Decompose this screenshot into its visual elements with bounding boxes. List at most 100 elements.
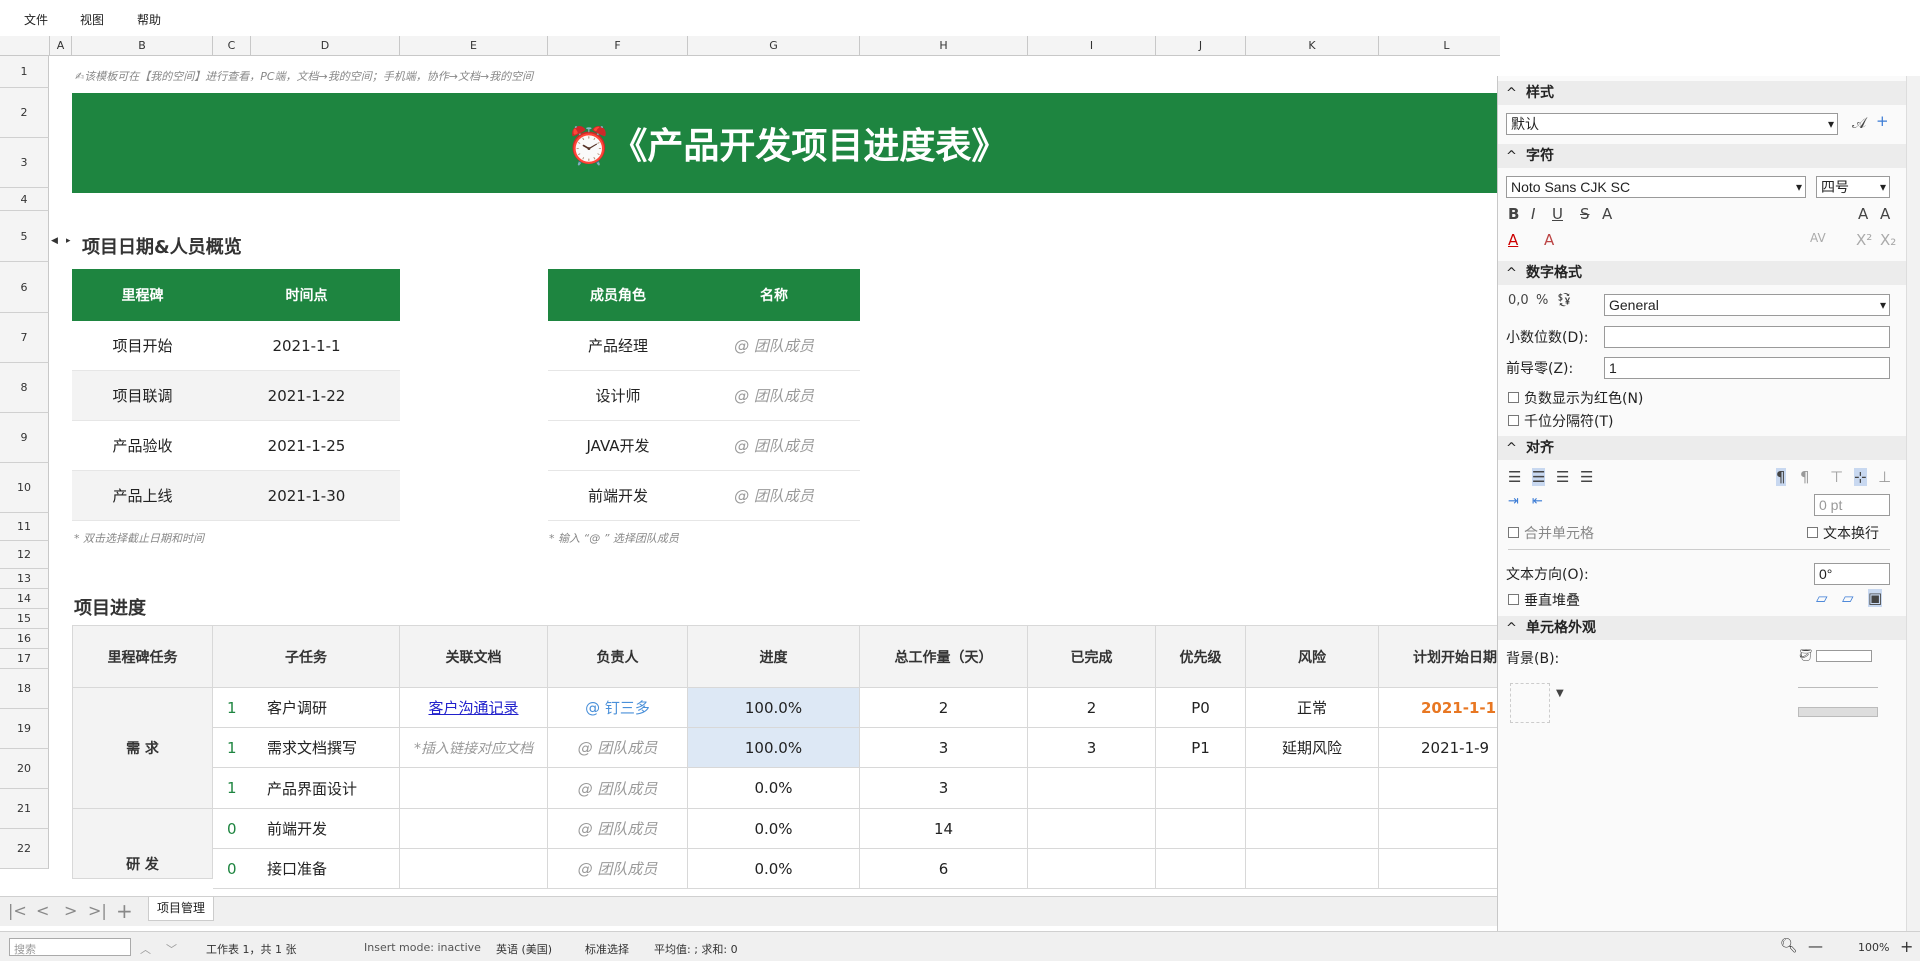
currency-icon[interactable]: 💱︎ xyxy=(1556,293,1573,308)
progress-header-subtask[interactable]: 子任务 xyxy=(213,625,400,688)
ltr-icon[interactable]: ¶ xyxy=(1776,468,1786,486)
col-header-j[interactable]: J xyxy=(1156,36,1246,56)
member-role-header[interactable]: 成员角色 xyxy=(548,269,688,321)
progress-cell[interactable]: 100.0% xyxy=(688,728,860,768)
wrap-text-checkbox[interactable] xyxy=(1807,527,1818,538)
group-requirements[interactable]: 需 求 xyxy=(72,688,213,809)
percent-icon[interactable]: % xyxy=(1536,293,1548,308)
border-style-line[interactable] xyxy=(1798,687,1878,688)
font-name-select[interactable]: Noto Sans CJK SC xyxy=(1506,176,1806,198)
start-date-cell[interactable] xyxy=(1379,849,1500,889)
progress-header-doc[interactable]: 关联文档 xyxy=(400,625,548,688)
decrease-indent-icon[interactable]: ⇤ xyxy=(1532,494,1543,509)
progress-header-progress[interactable]: 进度 xyxy=(688,625,860,688)
owner-cell[interactable]: @ 团队成员 xyxy=(548,768,688,809)
task-cell[interactable]: 1 产品界面设计 xyxy=(213,768,400,809)
collapse-arrow-icon[interactable]: ◀ xyxy=(51,236,58,246)
priority-cell[interactable]: P0 xyxy=(1156,688,1246,728)
progress-cell[interactable]: 0.0% xyxy=(688,809,860,849)
start-date-cell[interactable]: 2021-1-9 xyxy=(1379,728,1500,768)
doc-link[interactable]: 客户沟通记录 xyxy=(400,688,548,728)
owner-cell[interactable]: @ 团队成员 xyxy=(548,809,688,849)
progress-header-done[interactable]: 已完成 xyxy=(1028,625,1156,688)
number-format-section-header[interactable]: 数字格式 xyxy=(1498,261,1907,286)
progress-header-milestone[interactable]: 里程碑任务 xyxy=(72,625,213,688)
done-cell[interactable] xyxy=(1028,768,1156,809)
row-header-2[interactable]: 2 xyxy=(0,88,49,138)
progress-header-start[interactable]: 计划开始日期 xyxy=(1379,625,1500,688)
superscript-icon[interactable]: X² xyxy=(1856,231,1872,249)
align-justify-icon[interactable]: ☰ xyxy=(1580,468,1593,486)
done-cell[interactable] xyxy=(1028,849,1156,889)
first-sheet-icon[interactable]: |< xyxy=(8,901,27,920)
italic-icon[interactable]: I xyxy=(1531,205,1535,223)
milestone-header[interactable]: 里程碑 xyxy=(72,269,213,321)
member-name-header[interactable]: 名称 xyxy=(688,269,860,321)
sheet-tab-project[interactable]: 项目管理 xyxy=(148,897,214,921)
row-header-8[interactable]: 8 xyxy=(0,363,49,413)
task-cell[interactable]: 1 需求文档撰写 xyxy=(213,728,400,768)
member-name-cell[interactable]: @ 团队成员 xyxy=(688,471,860,521)
indent-input[interactable]: 0 pt xyxy=(1814,494,1890,516)
milestone-date-cell[interactable]: 2021-1-30 xyxy=(213,471,400,521)
task-cell[interactable]: 1 客户调研 xyxy=(213,688,400,728)
milestone-date-cell[interactable]: 2021-1-22 xyxy=(213,371,400,421)
doc-cell[interactable] xyxy=(400,809,548,849)
vertical-stack-checkbox[interactable] xyxy=(1508,594,1519,605)
task-cell[interactable]: 0 前端开发 xyxy=(213,809,400,849)
shrink-font-icon[interactable]: A xyxy=(1880,205,1890,223)
milestone-name-cell[interactable]: 项目开始 xyxy=(72,321,213,371)
negative-red-checkbox[interactable] xyxy=(1508,392,1519,403)
zoom-out-icon[interactable]: — xyxy=(1808,937,1823,955)
progress-header-owner[interactable]: 负责人 xyxy=(548,625,688,688)
total-cell[interactable]: 6 xyxy=(860,849,1028,889)
done-cell[interactable]: 3 xyxy=(1028,728,1156,768)
progress-header-priority[interactable]: 优先级 xyxy=(1156,625,1246,688)
group-development[interactable]: 研 发 xyxy=(72,809,213,879)
priority-cell[interactable] xyxy=(1156,809,1246,849)
highlight-icon[interactable]: A xyxy=(1544,231,1554,249)
progress-cell[interactable]: 0.0% xyxy=(688,768,860,809)
thousands-separator-checkbox[interactable] xyxy=(1508,415,1519,426)
border-color-swatch[interactable] xyxy=(1798,707,1878,717)
col-header-d[interactable]: D xyxy=(251,36,400,56)
risk-cell[interactable]: 正常 xyxy=(1246,688,1379,728)
progress-cell[interactable]: 0.0% xyxy=(688,849,860,889)
align-right-icon[interactable]: ☰ xyxy=(1556,468,1569,486)
underline-icon[interactable]: U xyxy=(1552,205,1563,223)
col-header-h[interactable]: H xyxy=(860,36,1028,56)
row-header-20[interactable]: 20 xyxy=(0,749,49,789)
milestone-name-cell[interactable]: 项目联调 xyxy=(72,371,213,421)
alignment-section-header[interactable]: 对齐 xyxy=(1498,436,1907,461)
align-center-icon[interactable]: ☰ xyxy=(1532,468,1546,486)
row-header-17[interactable]: 17 xyxy=(0,649,49,669)
col-header-l[interactable]: L xyxy=(1379,36,1500,56)
row-header-10[interactable]: 10 xyxy=(0,463,49,513)
col-header-e[interactable]: E xyxy=(400,36,548,56)
progress-cell[interactable]: 100.0% xyxy=(688,688,860,728)
row-header-21[interactable]: 21 xyxy=(0,789,49,829)
row-header-14[interactable]: 14 xyxy=(0,589,49,609)
sidebar-scrollbar[interactable] xyxy=(1906,76,1920,931)
prev-sheet-icon[interactable]: < xyxy=(36,901,49,920)
merge-cells-checkbox[interactable] xyxy=(1508,527,1519,538)
member-name-cell[interactable]: @ 团队成员 xyxy=(688,321,860,371)
priority-cell[interactable]: P1 xyxy=(1156,728,1246,768)
priority-cell[interactable] xyxy=(1156,849,1246,889)
milestone-name-cell[interactable]: 产品上线 xyxy=(72,471,213,521)
start-date-cell[interactable] xyxy=(1379,809,1500,849)
outline-icon[interactable]: A xyxy=(1602,205,1612,223)
border-selector[interactable] xyxy=(1510,683,1550,723)
select-all-corner[interactable] xyxy=(0,36,50,56)
decimals-input[interactable] xyxy=(1604,326,1890,348)
col-header-g[interactable]: G xyxy=(688,36,860,56)
number-format-icon[interactable]: 0,0 xyxy=(1508,293,1529,308)
owner-cell[interactable]: @ 钉三多 xyxy=(548,688,688,728)
font-size-select[interactable]: 四号 xyxy=(1816,176,1890,198)
member-role-cell[interactable]: 产品经理 xyxy=(548,321,688,371)
text-orientation-icon[interactable]: ▣ xyxy=(1868,589,1883,607)
milestone-date-header[interactable]: 时间点 xyxy=(213,269,400,321)
new-style-icon[interactable]: + xyxy=(1876,112,1889,130)
doc-cell[interactable] xyxy=(400,849,548,889)
risk-cell[interactable]: 延期风险 xyxy=(1246,728,1379,768)
